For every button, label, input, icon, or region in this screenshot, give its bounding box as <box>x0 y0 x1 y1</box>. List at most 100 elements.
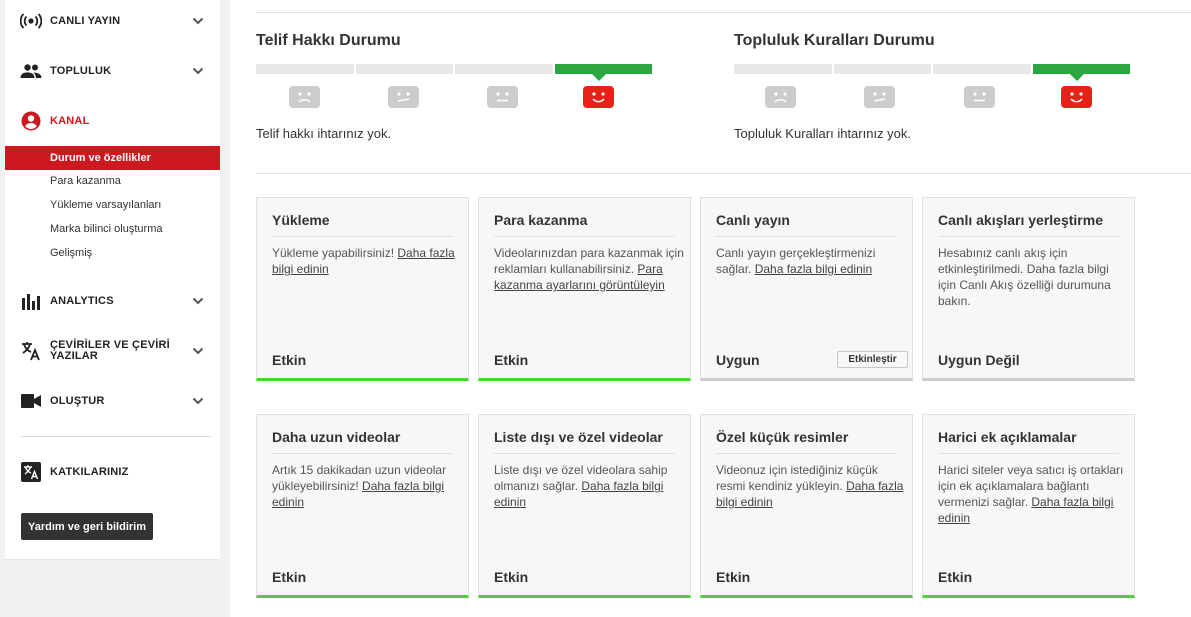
sidebar-item-label: KANAL <box>50 114 90 127</box>
card-body: Liste dışı ve özel videolara sahip olman… <box>494 463 668 509</box>
card-title: Canlı yayın <box>716 212 790 228</box>
meter-segment <box>933 64 1031 74</box>
sad-face-icon <box>289 86 320 108</box>
card-status: Uygun <box>716 352 760 368</box>
bar-chart-icon <box>20 290 42 312</box>
sidebar-subitem-status[interactable]: Durum ve özellikler <box>5 146 220 170</box>
card-body: Canlı yayın gerçekleştirmenizi sağlar. D… <box>716 246 876 276</box>
meter-segment-active <box>554 64 652 74</box>
status-faces <box>734 84 1130 110</box>
copyright-status-text: Telif hakkı ihtarınız yok. <box>256 126 392 141</box>
divider <box>256 12 1191 13</box>
sidebar-subitem-monetization[interactable]: Para kazanma <box>5 169 220 193</box>
card-divider <box>716 453 897 454</box>
neutral-face-icon <box>964 86 995 108</box>
card-title: Para kazanma <box>494 212 588 228</box>
feature-card-upload: Yükleme Yükleme yapabilirsiniz! Daha faz… <box>256 197 469 381</box>
sidebar-item-translations[interactable]: ÇEVİRİLER VE ÇEVİRİ YAZILAR <box>5 336 220 366</box>
feature-card-custom-thumbnails: Özel küçük resimler Videonuz için istedi… <box>700 414 913 598</box>
meter-pointer <box>1070 74 1084 81</box>
card-title: Harici ek açıklamalar <box>938 429 1077 445</box>
feature-card-monetization: Para kazanma Videolarınızdan para kazanm… <box>478 197 691 381</box>
sidebar: CANLI YAYIN TOPLULUK KANAL Durum ve özel… <box>5 0 220 560</box>
sidebar-subitem-upload-defaults[interactable]: Yükleme varsayılanları <box>5 193 220 217</box>
main-content: Telif Hakkı Durumu Telif hakkı ihtarınız… <box>230 0 1191 617</box>
sidebar-item-live[interactable]: CANLI YAYIN <box>5 6 220 36</box>
chevron-down-icon[interactable] <box>191 14 205 28</box>
video-camera-icon <box>20 390 42 412</box>
neutral-face-icon <box>487 86 518 108</box>
learn-more-link[interactable]: Daha fazla bilgi edinin <box>755 262 872 276</box>
meter-segment <box>833 64 931 74</box>
card-body: Artık 15 dakikadan uzun videolar yükleye… <box>272 463 447 509</box>
status-faces <box>256 84 652 110</box>
community-status-meter <box>734 64 1130 74</box>
divider <box>256 173 1191 174</box>
uneasy-face-icon <box>388 86 419 108</box>
card-status: Etkin <box>716 569 751 585</box>
card-title: Liste dışı ve özel videolar <box>494 429 663 445</box>
card-status: Etkin <box>272 352 307 368</box>
card-title: Özel küçük resimler <box>716 429 849 445</box>
sidebar-item-label: KATKILARINIZ <box>50 465 129 478</box>
meter-segment <box>355 64 453 74</box>
sidebar-divider <box>21 436 211 437</box>
meter-segment <box>256 64 354 74</box>
sidebar-item-label: ANALYTICS <box>50 294 114 307</box>
community-status-title: Topluluk Kuralları Durumu <box>734 32 935 49</box>
chevron-down-icon[interactable] <box>191 64 205 78</box>
happy-face-icon <box>583 86 614 108</box>
card-body: Yükleme yapabilirsiniz! Daha fazla bilgi… <box>272 246 455 276</box>
copyright-status-meter <box>256 64 652 74</box>
card-body: Harici siteler veya satıcı iş ortakları … <box>938 463 1124 525</box>
community-status-text: Topluluk Kuralları ihtarınız yok. <box>734 126 912 141</box>
feature-card-embed-live: Canlı akışları yerleştirme Hesabınız can… <box>922 197 1135 381</box>
card-body: Hesabınız canlı akış için etkinleştirilm… <box>938 246 1111 308</box>
copyright-status-title: Telif Hakkı Durumu <box>256 32 401 49</box>
card-title: Canlı akışları yerleştirme <box>938 212 1103 228</box>
card-title: Daha uzun videolar <box>272 429 401 445</box>
feature-card-external-annotations: Harici ek açıklamalar Harici siteler vey… <box>922 414 1135 598</box>
sidebar-item-community[interactable]: TOPLULUK <box>5 56 220 86</box>
card-divider <box>716 236 897 237</box>
sidebar-item-contributions[interactable]: KATKILARINIZ <box>5 457 220 487</box>
sidebar-item-label-line2: YAZILAR <box>50 350 99 362</box>
card-status: Etkin <box>272 569 307 585</box>
chevron-down-icon[interactable] <box>191 344 205 358</box>
card-divider <box>938 453 1119 454</box>
sidebar-subitem-advanced[interactable]: Gelişmiş <box>5 241 220 265</box>
card-status: Etkin <box>494 569 529 585</box>
feature-card-longer-videos: Daha uzun videolar Artık 15 dakikadan uz… <box>256 414 469 598</box>
chevron-down-icon[interactable] <box>191 294 205 308</box>
card-divider <box>272 453 453 454</box>
enable-button[interactable]: Etkinleştir <box>837 351 908 368</box>
sidebar-subitem-branding[interactable]: Marka bilinci oluşturma <box>5 217 220 241</box>
uneasy-face-icon <box>864 86 895 108</box>
copyright-status: Telif Hakkı Durumu Telif hakkı ihtarınız… <box>256 32 656 141</box>
chevron-down-icon[interactable] <box>191 394 205 408</box>
meter-pointer <box>592 74 606 81</box>
translate-icon <box>20 340 42 362</box>
card-status: Etkin <box>938 569 973 585</box>
happy-face-icon <box>1061 86 1092 108</box>
card-status: Uygun Değil <box>938 352 1020 368</box>
sidebar-item-analytics[interactable]: ANALYTICS <box>5 286 220 316</box>
card-divider <box>494 236 675 237</box>
sidebar-item-channel[interactable]: KANAL <box>5 106 220 136</box>
sidebar-item-create[interactable]: OLUŞTUR <box>5 386 220 416</box>
people-icon <box>20 60 42 82</box>
help-feedback-button[interactable]: Yardım ve geri bildirim <box>21 513 153 540</box>
card-body: Videonuz için istediğiniz küçük resmi ke… <box>716 463 904 509</box>
meter-segment <box>734 64 832 74</box>
live-broadcast-icon <box>20 10 42 32</box>
account-circle-icon <box>20 110 42 132</box>
community-status: Topluluk Kuralları Durumu Topluluk Kural… <box>734 32 1134 141</box>
sidebar-item-label: CANLI YAYIN <box>50 14 121 27</box>
sidebar-item-label: TOPLULUK <box>50 64 112 77</box>
sad-face-icon <box>765 86 796 108</box>
translate-contributions-icon <box>20 461 42 483</box>
sidebar-item-label: OLUŞTUR <box>50 394 105 407</box>
card-divider <box>938 236 1119 237</box>
feature-card-unlisted-private: Liste dışı ve özel videolar Liste dışı v… <box>478 414 691 598</box>
card-divider <box>272 236 453 237</box>
